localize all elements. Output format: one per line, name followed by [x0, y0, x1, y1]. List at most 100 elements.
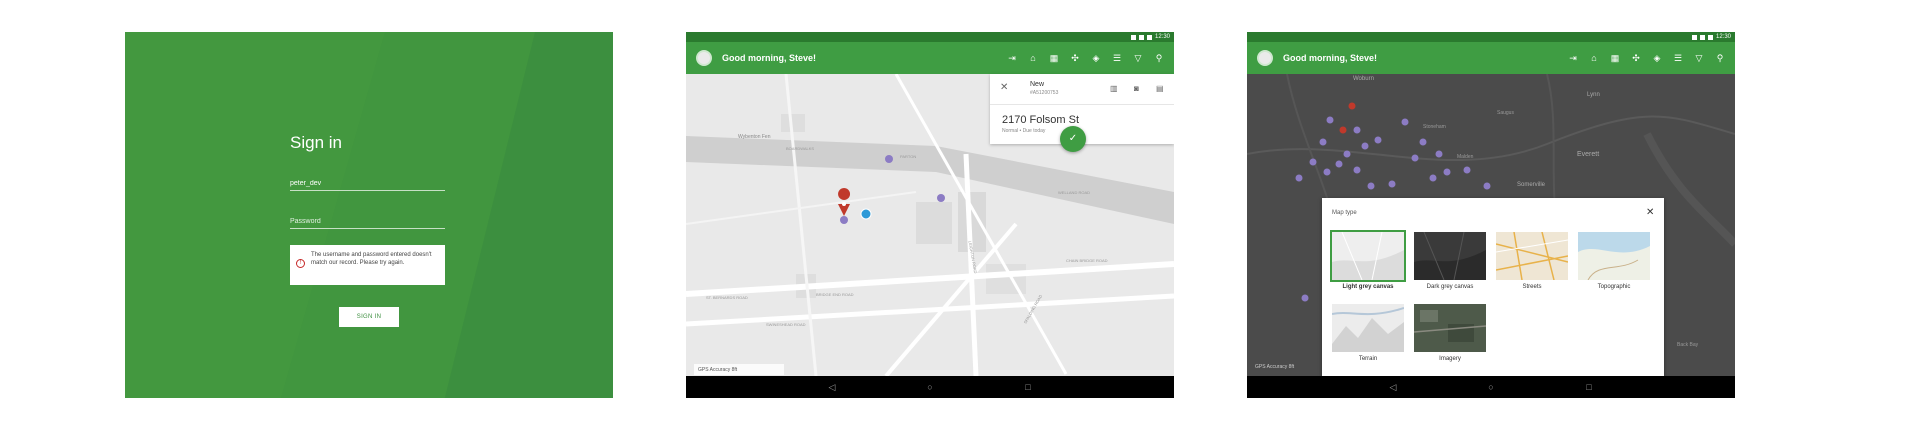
map-marker[interactable]: [1411, 154, 1419, 162]
map-marker[interactable]: [1463, 166, 1471, 174]
apps-icon[interactable]: ▦: [1049, 53, 1059, 63]
status-bar: 12:30: [1247, 32, 1735, 42]
contact-icon[interactable]: ◙: [1134, 84, 1139, 93]
map-marker[interactable]: [1335, 160, 1343, 168]
map-marker[interactable]: [1343, 150, 1351, 158]
map-type-option-dark-grey[interactable]: Dark grey canvas: [1414, 231, 1486, 290]
map-marker[interactable]: [1374, 136, 1382, 144]
map-type-option-topographic[interactable]: Topographic: [1578, 232, 1650, 290]
card-subtitle: Normal • Due today: [1002, 128, 1046, 134]
back-icon[interactable]: ◁: [827, 382, 837, 393]
map-marker[interactable]: [1353, 166, 1361, 174]
signin-screen: Sign in ! The username and password ente…: [125, 32, 613, 398]
close-icon[interactable]: ✕: [1000, 82, 1008, 93]
option-label: Imagery: [1439, 356, 1461, 362]
apps-icon[interactable]: ▦: [1610, 53, 1620, 63]
map-marker[interactable]: [1435, 150, 1443, 158]
map-label: Malden: [1457, 154, 1474, 160]
map-marker[interactable]: [1353, 126, 1361, 134]
error-icon: !: [296, 259, 305, 268]
wifi-icon: [1691, 34, 1697, 40]
map-marker[interactable]: [1388, 180, 1396, 188]
filter-icon[interactable]: ▽: [1133, 53, 1143, 63]
map-type-option-streets[interactable]: Streets: [1495, 231, 1569, 290]
app-bar: Good morning, Steve! ⇥ ⌂ ▦ ✣ ◈ ☰ ▽ ⚲: [686, 42, 1174, 74]
home-icon[interactable]: ⌂: [1028, 53, 1038, 63]
map-marker[interactable]: [1323, 168, 1331, 176]
map-marker[interactable]: [1309, 158, 1317, 166]
map-label: WELLAND ROAD: [1058, 190, 1090, 195]
map-marker[interactable]: [1339, 126, 1347, 134]
list-icon[interactable]: ☰: [1673, 53, 1683, 63]
map-label: Somerville: [1517, 182, 1546, 188]
avatar[interactable]: [1257, 50, 1273, 66]
map-marker[interactable]: [1429, 174, 1437, 182]
back-icon[interactable]: ◁: [1388, 382, 1398, 393]
password-field[interactable]: [290, 218, 445, 229]
map-marker[interactable]: [1361, 142, 1369, 150]
list-icon[interactable]: ☰: [1112, 53, 1122, 63]
signin-button[interactable]: SIGN IN: [339, 307, 399, 327]
layers-icon[interactable]: ◈: [1091, 53, 1101, 63]
map-marker[interactable]: [840, 216, 848, 224]
option-label: Terrain: [1358, 356, 1378, 362]
map-label: Back Bay: [1677, 342, 1699, 348]
map-type-screen: Woburn Lynn Everett Somerville Stoneham …: [1247, 32, 1735, 398]
map-marker[interactable]: [885, 155, 893, 163]
option-label: Streets: [1522, 284, 1542, 290]
nearby-icon[interactable]: ✣: [1070, 53, 1080, 63]
map-type-option-light-grey[interactable]: Light grey canvas: [1330, 230, 1406, 290]
map-marker[interactable]: [1419, 138, 1427, 146]
map-marker[interactable]: [1301, 294, 1309, 302]
nearby-icon[interactable]: ✣: [1631, 53, 1641, 63]
option-label: Light grey canvas: [1342, 284, 1394, 290]
notes-icon[interactable]: ▤: [1156, 84, 1164, 93]
streets-thumbnail: [1495, 231, 1569, 281]
home-nav-icon[interactable]: ○: [925, 382, 935, 392]
terrain-thumbnail: [1331, 304, 1405, 352]
map-label: CHAIN BRIDGE ROAD: [1066, 258, 1108, 263]
map-marker[interactable]: [1401, 118, 1409, 126]
building: [916, 202, 952, 244]
complete-button[interactable]: ✓: [1060, 126, 1086, 152]
username-field[interactable]: [290, 180, 445, 191]
logout-icon[interactable]: ⇥: [1007, 53, 1017, 63]
status-time: 12:30: [1154, 34, 1170, 40]
map-label: Wybenton Fen: [738, 134, 771, 140]
map-label: Stoneham: [1423, 124, 1446, 130]
status-time: 12:30: [1715, 34, 1731, 40]
greeting: Good morning, Steve!: [1283, 53, 1378, 63]
avatar[interactable]: [696, 50, 712, 66]
search-icon[interactable]: ⚲: [1715, 53, 1725, 63]
map-marker[interactable]: [1295, 174, 1303, 182]
close-icon[interactable]: ✕: [1646, 207, 1654, 218]
gps-accuracy: GPS Accuracy 8ft: [1255, 364, 1295, 370]
map-marker[interactable]: [937, 194, 945, 202]
signal-icon: [1699, 34, 1705, 40]
logout-icon[interactable]: ⇥: [1568, 53, 1578, 63]
error-message: The username and password entered doesn'…: [311, 252, 432, 266]
imagery-thumbnail: [1413, 304, 1487, 352]
map-marker[interactable]: [1348, 102, 1356, 110]
layers-icon[interactable]: ◈: [1652, 53, 1662, 63]
gps-accuracy: GPS Accuracy 8ft: [694, 364, 784, 375]
map-marker[interactable]: [1483, 182, 1491, 190]
dialog-title: Map type: [1332, 210, 1357, 216]
map-marker[interactable]: [1319, 138, 1327, 146]
wifi-icon: [1130, 34, 1136, 40]
map-type-option-imagery[interactable]: Imagery: [1413, 304, 1487, 362]
home-icon[interactable]: ⌂: [1589, 53, 1599, 63]
battery-icon: [1707, 34, 1713, 40]
home-nav-icon[interactable]: ○: [1486, 382, 1496, 392]
search-icon[interactable]: ⚲: [1154, 53, 1164, 63]
map-type-option-terrain[interactable]: Terrain: [1331, 304, 1405, 362]
signal-icon: [1138, 34, 1144, 40]
filter-icon[interactable]: ▽: [1694, 53, 1704, 63]
recents-icon[interactable]: □: [1023, 382, 1033, 392]
map-marker[interactable]: [1367, 182, 1375, 190]
divider: [990, 104, 1174, 105]
map-marker[interactable]: [1443, 168, 1451, 176]
map-marker[interactable]: [1326, 116, 1334, 124]
map-icon[interactable]: ▥: [1110, 84, 1118, 93]
recents-icon[interactable]: □: [1584, 382, 1594, 392]
